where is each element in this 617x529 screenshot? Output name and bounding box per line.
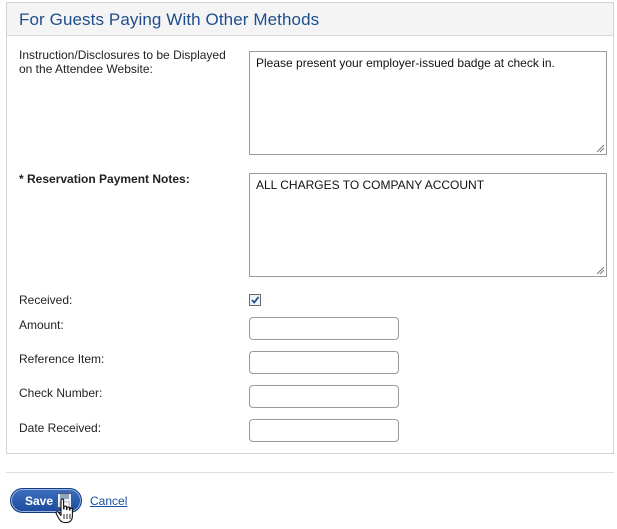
cancel-link[interactable]: Cancel xyxy=(90,494,127,508)
payment-methods-panel: For Guests Paying With Other Methods Ins… xyxy=(6,2,614,454)
checkmark-icon xyxy=(251,296,260,304)
reference-item-label: Reference Item: xyxy=(19,352,105,366)
date-received-label: Date Received: xyxy=(19,421,102,435)
check-number-label: Check Number: xyxy=(19,386,103,400)
resize-grip-icon[interactable] xyxy=(596,144,605,153)
payment-notes-label: * Reservation Payment Notes: xyxy=(19,172,190,186)
amount-label: Amount: xyxy=(19,318,64,332)
payment-notes-textarea[interactable]: ALL CHARGES TO COMPANY ACCOUNT xyxy=(249,173,607,277)
check-number-input[interactable] xyxy=(249,385,399,408)
panel-header: For Guests Paying With Other Methods xyxy=(7,3,613,36)
instructions-label: Instruction/Disclosures to be Displayed … xyxy=(19,48,226,76)
form-divider xyxy=(6,472,614,473)
instructions-textarea[interactable]: Please present your employer-issued badg… xyxy=(249,51,607,155)
resize-grip-icon[interactable] xyxy=(596,266,605,275)
reference-item-input[interactable] xyxy=(249,351,399,374)
received-label: Received: xyxy=(19,293,73,307)
hand-pointer-icon xyxy=(55,498,73,524)
received-checkbox[interactable] xyxy=(249,294,261,306)
amount-input[interactable] xyxy=(249,317,399,340)
date-received-input[interactable] xyxy=(249,419,399,442)
panel-title: For Guests Paying With Other Methods xyxy=(19,10,320,29)
